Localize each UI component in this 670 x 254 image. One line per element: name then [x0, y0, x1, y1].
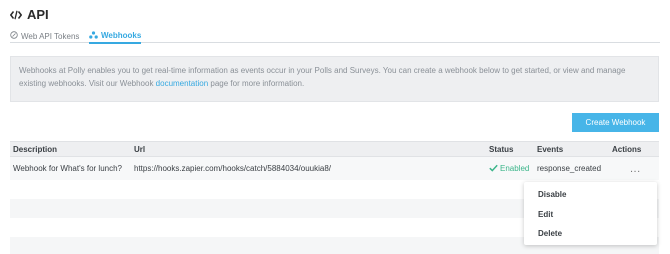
table-row: Webhook for What's for lunch? https://ho… [10, 157, 659, 180]
check-icon [489, 164, 498, 174]
column-header-status: Status [489, 144, 514, 154]
tab-bar: Web API Tokens Webhooks [10, 29, 660, 44]
column-header-actions: Actions [612, 144, 642, 154]
tab-web-api-tokens[interactable]: Web API Tokens [10, 29, 79, 43]
column-header-url: Url [134, 144, 146, 154]
row-status: Enabled [489, 157, 529, 180]
menu-item-edit[interactable]: Edit [538, 210, 553, 219]
create-webhook-button[interactable]: Create Webhook [572, 113, 659, 132]
menu-item-delete[interactable]: Delete [538, 229, 562, 238]
row-description: Webhook for What's for lunch? [13, 164, 122, 173]
info-text-after: page for more information. [208, 79, 305, 88]
actions-dropdown: Disable Edit Delete [524, 182, 657, 245]
column-header-events: Events [537, 144, 564, 154]
column-header-description: Description [13, 144, 58, 154]
tab-label: Webhooks [101, 31, 142, 40]
info-text-before: Webhooks at Polly enables you to get rea… [19, 66, 626, 88]
tab-label: Web API Tokens [21, 31, 80, 41]
link-icon [10, 31, 18, 41]
documentation-link[interactable]: documentation [156, 79, 208, 88]
row-events: response_created [537, 164, 602, 173]
table-header: Description Url Status Events Actions [10, 141, 659, 157]
info-message: Webhooks at Polly enables you to get rea… [10, 56, 659, 102]
status-label: Enabled [500, 164, 530, 173]
menu-item-disable[interactable]: Disable [538, 190, 566, 199]
actions-menu-icon[interactable]: ... [630, 157, 641, 180]
row-url: https://hooks.zapier.com/hooks/catch/588… [134, 164, 332, 173]
page-title: API [27, 7, 49, 22]
webhook-icon [89, 30, 98, 41]
tab-webhooks[interactable]: Webhooks [89, 29, 142, 44]
code-icon [10, 10, 22, 20]
page-header: API [10, 7, 49, 22]
